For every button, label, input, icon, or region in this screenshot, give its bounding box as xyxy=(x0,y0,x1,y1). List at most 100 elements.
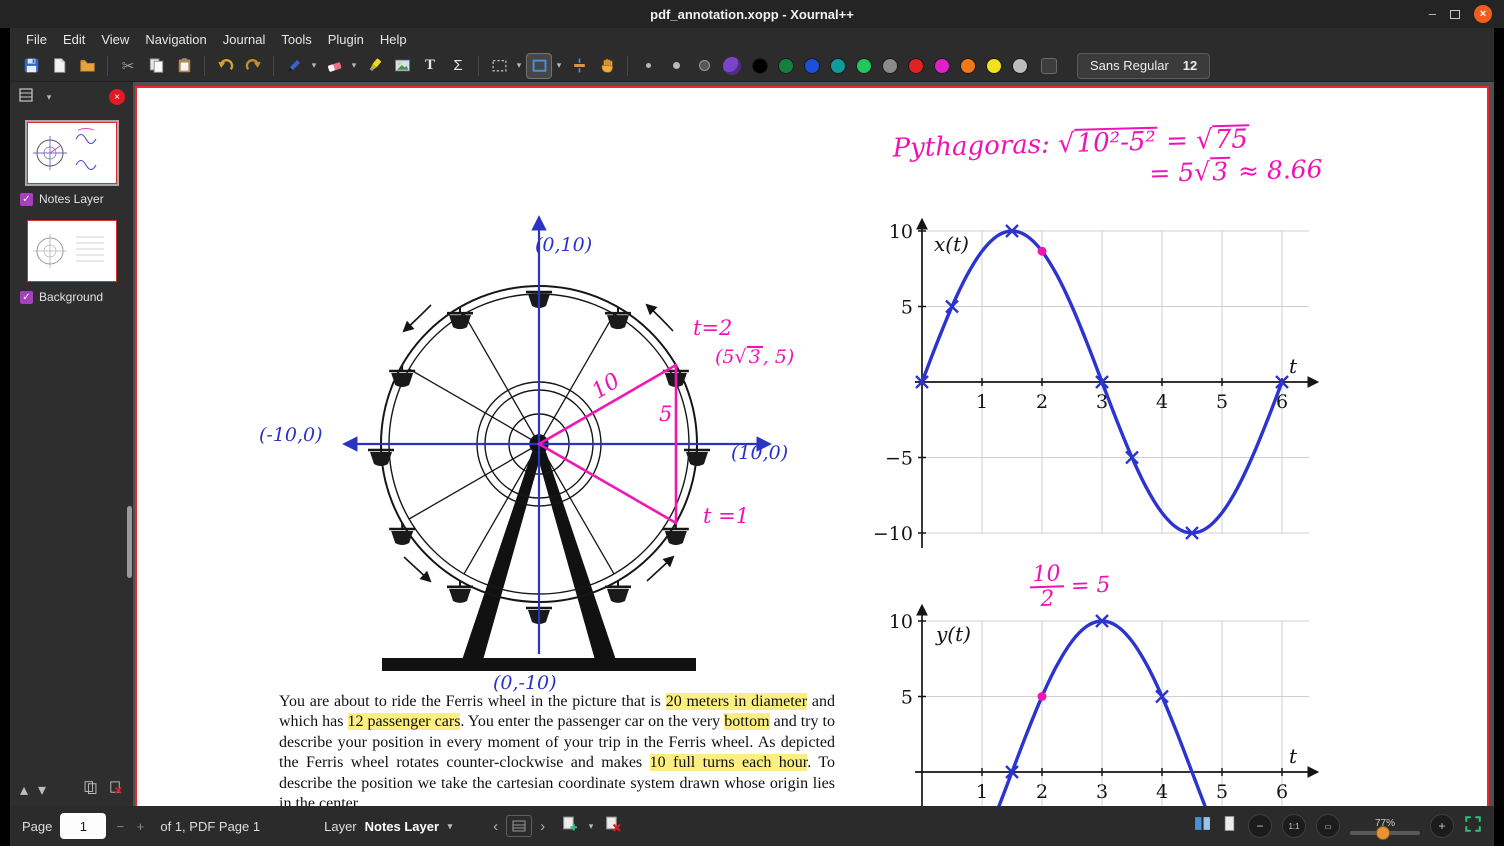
color-swatch-3[interactable] xyxy=(830,58,846,74)
dual-page-view-button[interactable] xyxy=(1194,815,1211,837)
redo-button[interactable] xyxy=(240,53,266,79)
document-page[interactable]: 123456105−5−10123456105 Pythagoras: √10²… xyxy=(135,86,1489,806)
zoom-fit-button[interactable]: ▭ xyxy=(1316,814,1340,838)
copy-page-button[interactable] xyxy=(83,780,98,800)
font-selector[interactable]: Sans Regular 12 xyxy=(1077,53,1210,79)
open-file-button[interactable] xyxy=(74,53,100,79)
save-button[interactable] xyxy=(18,53,44,79)
preview-pane-chevron[interactable]: ▾ xyxy=(44,92,54,103)
preview-pane-icon[interactable] xyxy=(18,87,34,108)
eraser-options-chevron[interactable]: ▾ xyxy=(349,60,359,71)
page-down-button[interactable]: ▾ xyxy=(38,780,46,800)
paste-button[interactable] xyxy=(171,53,197,79)
svg-text:5: 5 xyxy=(1216,781,1228,803)
cut-button[interactable]: ✂ xyxy=(115,53,141,79)
page-info: of 1, PDF Page 1 xyxy=(160,819,260,834)
annotation-point: (5√3, 5) xyxy=(715,346,794,368)
color-swatch-0[interactable] xyxy=(752,58,768,74)
graph1-title: x(t) xyxy=(934,232,969,256)
menu-plugin[interactable]: Plugin xyxy=(320,30,372,49)
custom-color-button[interactable] xyxy=(1041,58,1057,74)
zoom-original-button[interactable]: 1:1 xyxy=(1282,814,1306,838)
menu-view[interactable]: View xyxy=(93,30,137,49)
prev-layer-button[interactable]: ‹ xyxy=(493,818,498,835)
page-decrement-button[interactable]: − xyxy=(114,819,126,834)
add-layer-button[interactable] xyxy=(561,815,578,837)
svg-text:10: 10 xyxy=(889,611,913,633)
select-rectangle-chevron[interactable]: ▾ xyxy=(554,60,564,71)
wheel-label-left: (-10,0) xyxy=(259,424,323,446)
color-swatch-9[interactable] xyxy=(986,58,1002,74)
page-label: Page xyxy=(22,819,52,834)
zoom-in-button[interactable]: + xyxy=(1430,814,1454,838)
highlighter-tool-button[interactable] xyxy=(361,53,387,79)
single-page-view-button[interactable] xyxy=(1221,815,1238,837)
fullscreen-button[interactable] xyxy=(1464,815,1482,838)
graph1-xaxis-label: t xyxy=(1289,354,1297,378)
page-thumbnail-background[interactable] xyxy=(27,220,117,282)
zoom-out-button[interactable]: − xyxy=(1248,814,1272,838)
size-fine-button[interactable] xyxy=(635,53,661,79)
select-rectangle-button[interactable] xyxy=(526,53,552,79)
color-swatch-8[interactable] xyxy=(960,58,976,74)
checkbox-checked-icon: ✓ xyxy=(20,193,33,206)
menu-help[interactable]: Help xyxy=(372,30,415,49)
page-thumbnail-notes[interactable] xyxy=(27,122,117,184)
menu-edit[interactable]: Edit xyxy=(55,30,93,49)
color-swatch-7[interactable] xyxy=(934,58,950,74)
toolbar: ✂ ▾ ▾ T Σ ▾ ▾ Sans Regular 12 xyxy=(10,50,1494,82)
eraser-tool-button[interactable] xyxy=(321,53,347,79)
pen-options-chevron[interactable]: ▾ xyxy=(309,60,319,71)
select-region-button[interactable] xyxy=(486,53,512,79)
svg-text:1: 1 xyxy=(976,391,988,413)
text-tool-button[interactable]: T xyxy=(417,53,443,79)
color-swatch-2[interactable] xyxy=(804,58,820,74)
maximize-button[interactable] xyxy=(1450,10,1460,19)
page-number-input[interactable]: 1 xyxy=(60,813,106,839)
page-up-button[interactable]: ▴ xyxy=(20,780,28,800)
close-button[interactable]: × xyxy=(1474,5,1492,23)
layer-toggle-background[interactable]: ✓ Background xyxy=(10,286,133,308)
math-tex-button[interactable]: Σ xyxy=(445,53,471,79)
layer-label: Layer xyxy=(324,819,357,834)
select-options-chevron[interactable]: ▾ xyxy=(514,60,524,71)
add-layer-chevron[interactable]: ▾ xyxy=(586,821,596,832)
delete-page-button[interactable] xyxy=(108,780,123,800)
color-swatch-6[interactable] xyxy=(908,58,924,74)
size-medium-button[interactable] xyxy=(663,53,689,79)
menu-navigation[interactable]: Navigation xyxy=(137,30,214,49)
next-layer-button[interactable]: › xyxy=(540,818,545,835)
undo-button[interactable] xyxy=(212,53,238,79)
vertical-space-tool-button[interactable] xyxy=(566,53,592,79)
new-file-button[interactable] xyxy=(46,53,72,79)
layer-label: Background xyxy=(39,290,103,304)
menu-file[interactable]: File xyxy=(18,30,55,49)
page-increment-button[interactable]: + xyxy=(134,819,146,834)
color-swatch-5[interactable] xyxy=(882,58,898,74)
close-sidebar-button[interactable]: × xyxy=(109,89,125,105)
copy-button[interactable] xyxy=(143,53,169,79)
statusbar: Page 1 − + of 1, PDF Page 1 Layer Notes … xyxy=(10,806,1494,846)
layer-preview-button[interactable] xyxy=(506,815,532,837)
layer-select[interactable]: Notes Layer ▾ xyxy=(365,819,455,834)
zoom-slider-handle[interactable] xyxy=(1376,826,1390,840)
color-picker-button[interactable] xyxy=(719,53,745,79)
svg-text:2: 2 xyxy=(1036,781,1048,803)
size-thick-button[interactable] xyxy=(691,53,717,79)
color-swatch-1[interactable] xyxy=(778,58,794,74)
color-palette xyxy=(747,58,1033,74)
canvas-area[interactable]: 123456105−5−10123456105 Pythagoras: √10²… xyxy=(133,82,1494,806)
menu-tools[interactable]: Tools xyxy=(273,30,319,49)
zoom-slider[interactable] xyxy=(1350,831,1420,835)
fraction-annotation: 102 = 5 xyxy=(1029,561,1111,612)
color-swatch-4[interactable] xyxy=(856,58,872,74)
insert-image-button[interactable] xyxy=(389,53,415,79)
delete-layer-button[interactable] xyxy=(604,815,621,837)
color-swatch-10[interactable] xyxy=(1012,58,1028,74)
pen-tool-button[interactable] xyxy=(281,53,307,79)
hand-tool-button[interactable] xyxy=(594,53,620,79)
menu-journal[interactable]: Journal xyxy=(215,30,274,49)
layer-toggle-notes[interactable]: ✓ Notes Layer xyxy=(10,188,133,210)
sidebar-scrollbar[interactable] xyxy=(127,506,132,578)
minimize-button[interactable]: – xyxy=(1429,9,1436,19)
